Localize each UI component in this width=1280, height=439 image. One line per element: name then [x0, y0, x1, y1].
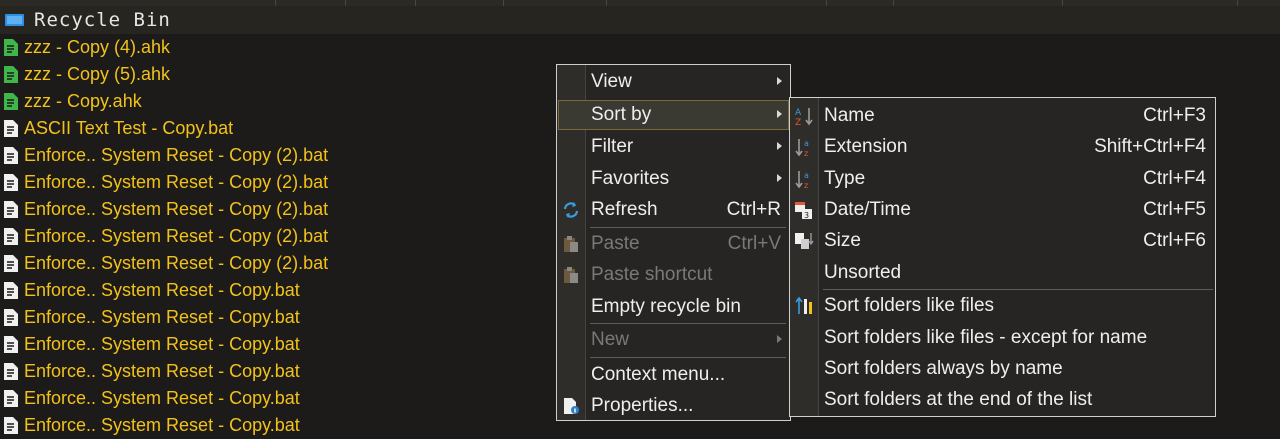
menu-item-favorites[interactable]: Favorites	[558, 164, 789, 194]
sort-by-size-icon	[795, 233, 814, 249]
properties-icon	[564, 398, 579, 414]
sort-by-date-icon: 3	[795, 202, 812, 220]
sort-item-folders-except-name[interactable]: Sort folders like files - except for nam…	[791, 323, 1214, 353]
paste-shortcut-icon	[564, 267, 578, 283]
bat-file-icon	[4, 255, 18, 272]
svg-text:z: z	[804, 181, 808, 189]
ahk-script-icon	[4, 66, 18, 83]
paste-icon	[564, 236, 578, 252]
menu-separator	[590, 227, 786, 228]
bat-file-icon	[4, 282, 18, 299]
menu-item-context-menu[interactable]: Context menu...	[558, 360, 789, 390]
menu-item-sort-by[interactable]: Sort by	[558, 100, 789, 130]
menu-separator	[823, 289, 1213, 290]
sort-item-folders-at-end[interactable]: Sort folders at the end of the list	[791, 385, 1214, 415]
bat-file-icon	[4, 390, 18, 407]
svg-text:a: a	[804, 139, 809, 148]
sort-item-name[interactable]: A Z Name Ctrl+F3	[791, 101, 1214, 131]
submenu-arrow-icon	[777, 142, 782, 150]
menu-item-view[interactable]: View	[558, 67, 789, 97]
folder-header: Recycle Bin	[0, 6, 1280, 34]
menu-item-refresh[interactable]: Refresh Ctrl+R	[558, 195, 789, 225]
bat-file-icon	[4, 363, 18, 380]
menu-item-properties[interactable]: Properties...	[558, 391, 789, 421]
svg-text:Z: Z	[795, 118, 801, 126]
svg-text:a: a	[804, 171, 809, 180]
menu-separator	[590, 323, 786, 324]
bat-file-icon	[4, 201, 18, 218]
ahk-script-icon	[4, 93, 18, 110]
sort-item-folders-by-name[interactable]: Sort folders always by name	[791, 354, 1214, 384]
refresh-icon	[563, 202, 579, 218]
submenu-arrow-icon	[777, 335, 782, 343]
menu-item-empty-recycle-bin[interactable]: Empty recycle bin	[558, 292, 789, 322]
sort-item-unsorted[interactable]: Unsorted	[791, 258, 1214, 288]
submenu-arrow-icon	[777, 174, 782, 182]
sort-folders-icon	[795, 296, 812, 314]
menu-item-paste[interactable]: Paste Ctrl+V	[558, 229, 789, 259]
sort-by-submenu[interactable]: A Z Name Ctrl+F3 a z Extension Shift+Ctr…	[789, 97, 1216, 417]
sort-by-name-icon: A Z	[795, 108, 813, 126]
sort-item-size[interactable]: Size Ctrl+F6	[791, 226, 1214, 256]
menu-item-filter[interactable]: Filter	[558, 132, 789, 162]
sort-item-type[interactable]: a z Type Ctrl+F4	[791, 164, 1214, 194]
svg-text:3: 3	[804, 211, 809, 220]
sort-by-extension-icon: a z	[795, 139, 809, 157]
sort-item-date-time[interactable]: 3 Date/Time Ctrl+F5	[791, 195, 1214, 225]
menu-item-new[interactable]: New	[558, 325, 789, 355]
svg-text:A: A	[795, 108, 802, 118]
bat-file-icon	[4, 174, 18, 191]
folder-title: Recycle Bin	[34, 9, 171, 31]
menu-item-paste-shortcut[interactable]: Paste shortcut	[558, 260, 789, 290]
sort-item-extension[interactable]: a z Extension Shift+Ctrl+F4	[791, 132, 1214, 162]
menu-separator	[590, 357, 786, 358]
context-menu[interactable]: View Sort by Filter Favorites Refresh Ct…	[556, 64, 791, 421]
bat-file-icon	[4, 336, 18, 353]
submenu-arrow-icon	[777, 110, 782, 118]
bat-file-icon	[4, 309, 18, 326]
bat-file-icon	[4, 417, 18, 434]
sort-item-folders-like-files[interactable]: Sort folders like files	[791, 291, 1214, 321]
ahk-script-icon	[4, 39, 18, 56]
bat-file-icon	[4, 228, 18, 245]
sort-by-type-icon: a z	[795, 171, 809, 189]
recycle-bin-icon	[5, 14, 24, 26]
svg-text:z: z	[804, 149, 808, 157]
submenu-arrow-icon	[777, 77, 782, 85]
bat-file-icon	[4, 120, 18, 137]
bat-file-icon	[4, 147, 18, 164]
